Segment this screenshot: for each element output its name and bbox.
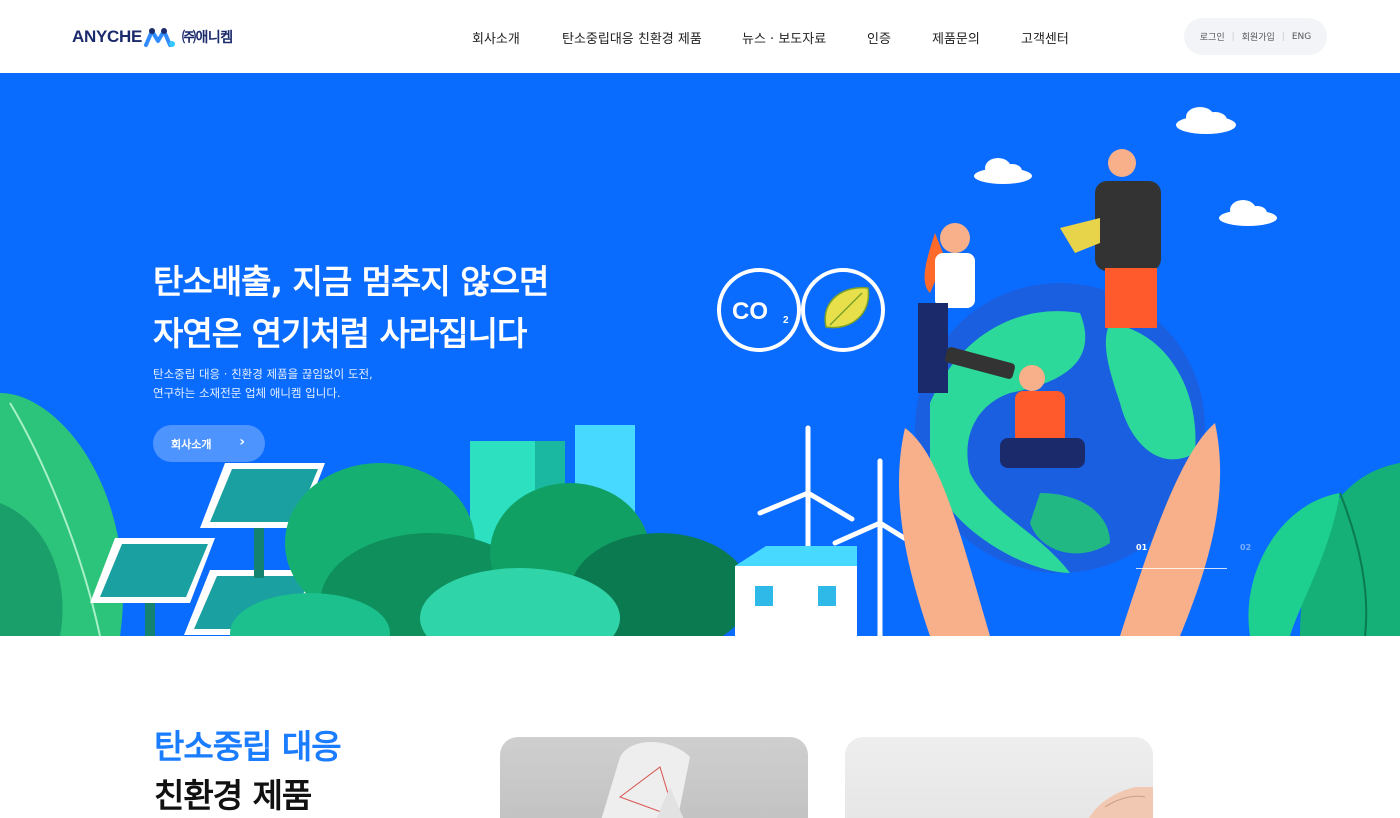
nav-item-company[interactable]: 회사소개 [472, 28, 520, 47]
nav-item-support[interactable]: 고객센터 [1021, 28, 1069, 47]
company-intro-button-label: 회사소개 [171, 437, 212, 451]
hero-title-line2: 자연은 연기처럼 사라집니다 [153, 314, 527, 353]
slide-next-number[interactable]: 02 [1240, 543, 1251, 552]
section-title-line2: 친환경 제품 [154, 776, 312, 815]
company-intro-button[interactable]: 회사소개 › [153, 425, 265, 462]
nav-item-eco-products[interactable]: 탄소중립대응 친환경 제품 [562, 28, 702, 47]
hero-sub-line2: 연구하는 소재전문 업체 애니켐 입니다. [153, 386, 341, 400]
logo[interactable]: ANYCHE ㈜애니켐 [72, 24, 233, 50]
plant-right [1248, 463, 1400, 636]
product-card-2[interactable] [845, 737, 1153, 818]
page: ANYCHE ㈜애니켐 회사소개 탄소중립대응 친환경 제품 뉴스 · 보도자료… [0, 0, 1400, 818]
product-image-bag [601, 742, 690, 818]
hero-sub-line1: 탄소중립 대응 · 친환경 제품을 끊임없이 도전, [153, 367, 373, 381]
logo-text: ANYCHE [72, 27, 142, 46]
product-image-hand [1089, 787, 1153, 818]
nav-item-certification[interactable]: 인증 [867, 28, 891, 47]
product-card-1[interactable] [500, 737, 808, 818]
hero-title: 탄소배출, 지금 멈추지 않으면 자연은 연기처럼 사라집니다 [153, 256, 549, 360]
slide-current-number[interactable]: 01 [1136, 543, 1147, 552]
chevron-right-icon: › [239, 434, 245, 450]
language-link[interactable]: ENG [1292, 32, 1311, 42]
login-link[interactable]: 로그인 [1200, 30, 1225, 43]
logo-m-icon [144, 28, 175, 47]
slide-progress-bar [1136, 568, 1227, 569]
logo-korean: ㈜애니켐 [182, 30, 233, 46]
divider: | [1281, 31, 1285, 42]
site-header: ANYCHE ㈜애니켐 회사소개 탄소중립대응 친환경 제품 뉴스 · 보도자료… [0, 0, 1400, 73]
nav-item-news[interactable]: 뉴스 · 보도자료 [742, 28, 826, 47]
signup-link[interactable]: 회원가입 [1242, 30, 1275, 43]
house [735, 546, 857, 636]
co2-subscript: 2 [783, 315, 789, 326]
section-title-line1: 탄소중립 대응 [154, 727, 342, 766]
nav-item-inquiry[interactable]: 제품문의 [932, 28, 980, 47]
utility-menu: 로그인 | 회원가입 | ENG [1184, 18, 1327, 55]
co2-label: CO [732, 298, 768, 325]
hero-title-line1: 탄소배출, 지금 멈추지 않으면 [153, 262, 549, 301]
divider: | [1231, 31, 1235, 42]
hero-banner: CO 2 탄소배출, 지금 멈추지 않으면 자연은 연기처럼 사라집니다 탄소중… [0, 73, 1400, 636]
hero-subtitle: 탄소중립 대응 · 친환경 제품을 끊임없이 도전, 연구하는 소재전문 업체 … [153, 365, 373, 403]
